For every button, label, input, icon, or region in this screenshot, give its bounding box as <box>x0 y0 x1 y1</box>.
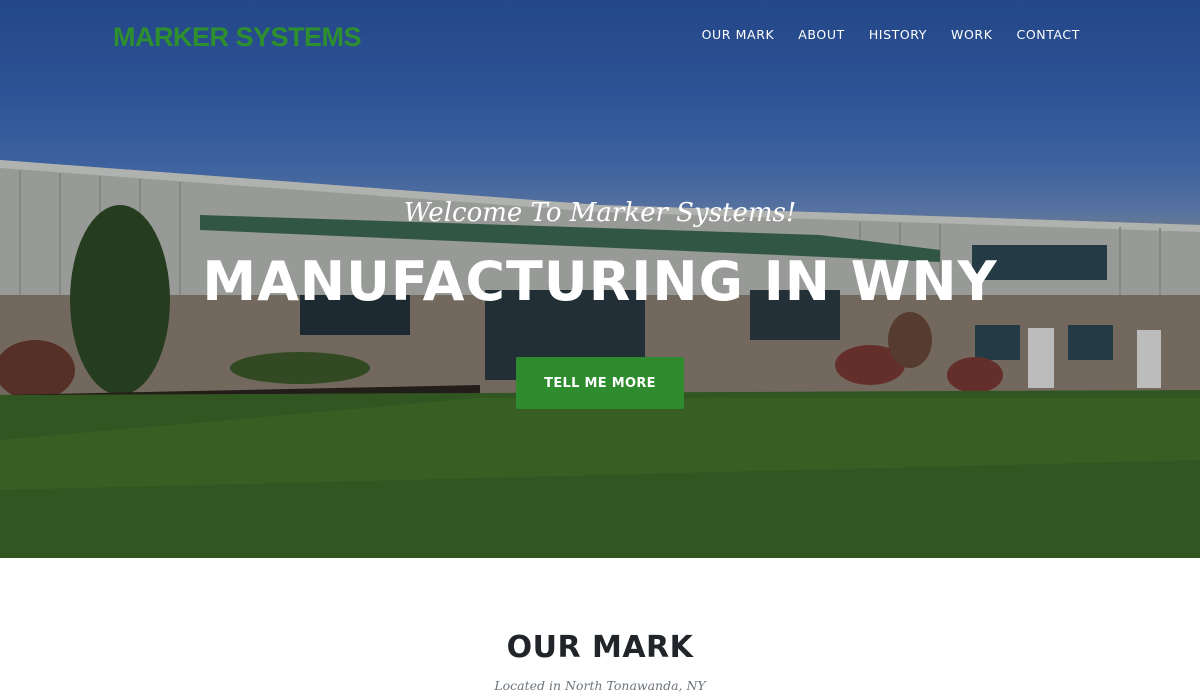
hero-subheading: Welcome To Marker Systems! <box>403 198 797 228</box>
nav-item-history[interactable]: HISTORY <box>857 27 939 43</box>
hero-heading: MANUFACTURING IN WNY <box>202 250 998 313</box>
hero-section: MARKER SYSTEMS OUR MARK ABOUT HISTORY WO… <box>0 0 1200 558</box>
main-navigation: OUR MARK ABOUT HISTORY WORK CONTACT <box>690 27 1080 43</box>
nav-item-our-mark[interactable]: OUR MARK <box>690 27 787 43</box>
brand-logo[interactable]: MARKER SYSTEMS <box>113 22 362 53</box>
nav-item-work[interactable]: WORK <box>939 27 1004 43</box>
section-subtitle: Located in North Tonawanda, NY <box>494 678 706 693</box>
section-title: OUR MARK <box>506 630 694 665</box>
tell-me-more-button[interactable]: TELL ME MORE <box>516 357 684 409</box>
nav-item-contact[interactable]: CONTACT <box>1005 27 1080 43</box>
nav-item-about[interactable]: ABOUT <box>786 27 857 43</box>
